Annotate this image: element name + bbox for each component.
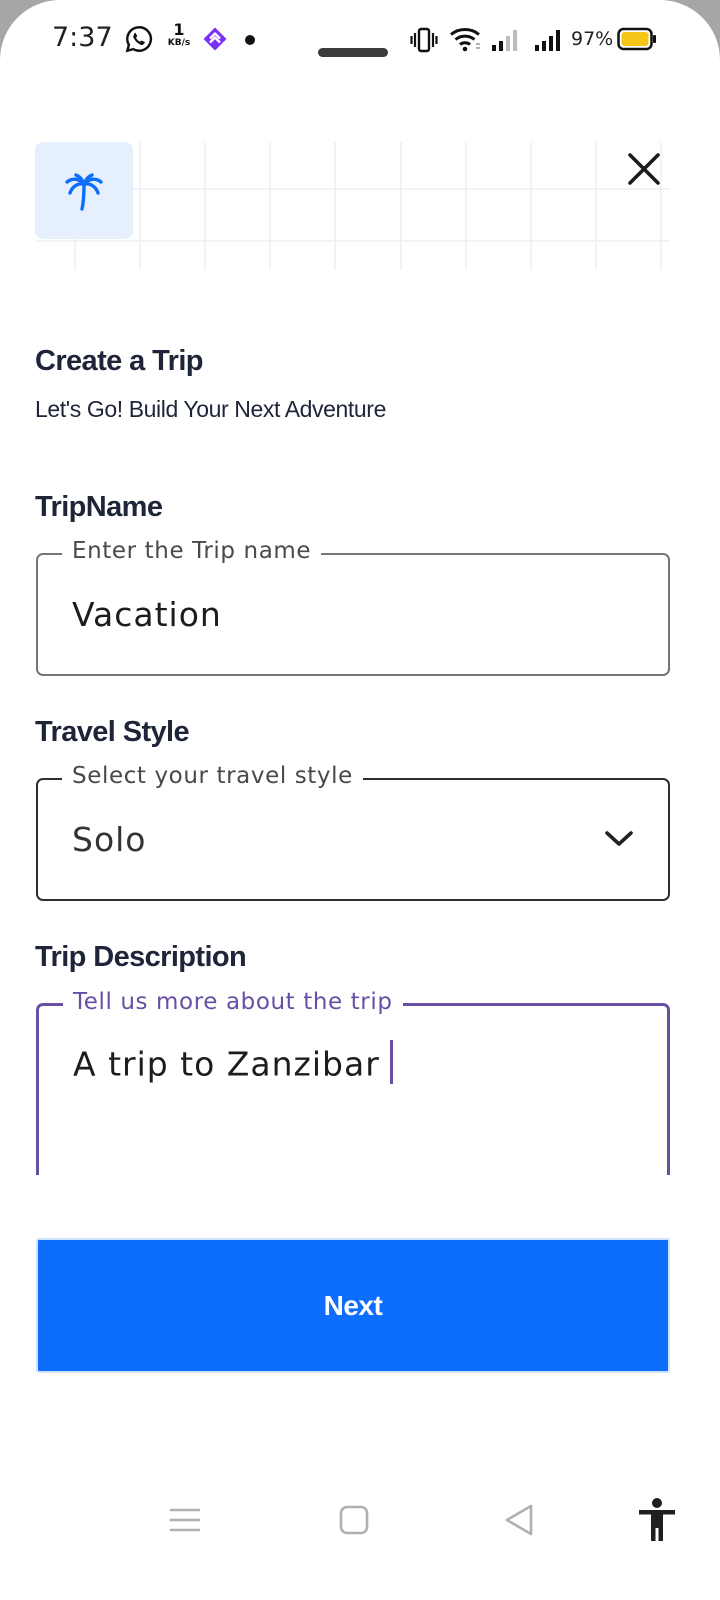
travel-style-select[interactable]: Select your travel style Solo — [36, 763, 670, 901]
text-cursor — [389, 1040, 393, 1084]
signal-icon — [492, 30, 517, 51]
trip-description-textarea[interactable]: Tell us more about the trip A trip to Za… — [36, 989, 670, 1175]
palm-tree-icon — [65, 173, 103, 211]
battery-percent: 97% — [571, 28, 614, 50]
trip-name-placeholder: Enter the Trip name — [62, 538, 322, 564]
chevron-down-icon — [605, 831, 633, 846]
wifi-icon — [450, 27, 480, 52]
trip-name-value: Vacation — [72, 595, 222, 634]
close-icon[interactable] — [622, 147, 666, 191]
trip-description-label: Trip Description — [35, 941, 247, 973]
menu-icon[interactable] — [165, 1500, 205, 1540]
status-bar: 7:37 1 KB/s 97% — [0, 0, 720, 80]
page-subtitle: Let's Go! Build Your Next Adventure — [35, 396, 386, 422]
next-button[interactable]: Next — [36, 1238, 670, 1373]
travel-style-placeholder: Select your travel style — [62, 763, 363, 789]
home-icon[interactable] — [334, 1500, 374, 1540]
vibrate-icon — [410, 27, 438, 53]
camera-pill — [318, 48, 388, 57]
app-logo — [35, 142, 133, 239]
battery-icon — [617, 27, 656, 51]
create-trip-screen: 7:37 1 KB/s 97% Create a Trip Let's Go! … — [0, 0, 720, 1600]
trip-name-label: TripName — [35, 491, 163, 523]
network-speed: 1 KB/s — [165, 22, 193, 48]
accessibility-icon[interactable] — [636, 1497, 678, 1543]
signal-icon — [535, 30, 560, 51]
whatsapp-icon — [125, 26, 153, 53]
trip-description-placeholder: Tell us more about the trip — [63, 989, 403, 1015]
page-title: Create a Trip — [35, 345, 203, 377]
app-notification-icon — [203, 27, 227, 51]
status-time: 7:37 — [52, 22, 113, 53]
notification-dot — [245, 35, 255, 45]
network-speed-unit: KB/s — [167, 38, 191, 48]
back-icon[interactable] — [500, 1500, 540, 1540]
trip-name-input[interactable]: Enter the Trip name Vacation — [36, 538, 670, 676]
travel-style-value: Solo — [72, 820, 147, 859]
travel-style-label: Travel Style — [35, 716, 190, 748]
trip-description-value-wrap: A trip to Zanzibar — [73, 1040, 393, 1088]
trip-description-value: A trip to Zanzibar — [73, 1044, 380, 1084]
network-speed-value: 1 — [173, 20, 185, 39]
